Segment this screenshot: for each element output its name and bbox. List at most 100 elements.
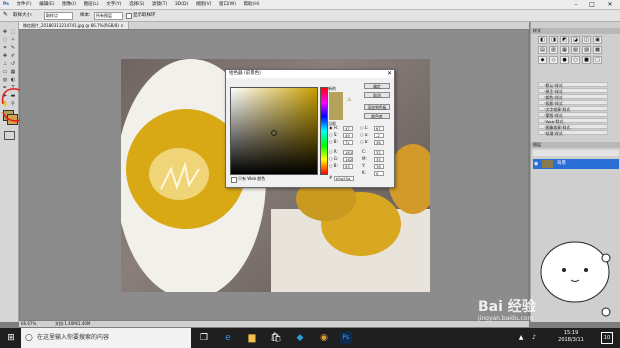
current-color-swatch[interactable] <box>329 106 343 120</box>
style-preset-16-icon[interactable]: ○ <box>571 56 580 64</box>
h-field[interactable]: 47 <box>343 126 353 131</box>
volume-icon[interactable]: ♪ <box>528 332 540 344</box>
style-group-web[interactable]: "Web"样式 <box>538 118 608 124</box>
menu-type[interactable]: 文字(Y) <box>103 0 124 9</box>
app-icon-blue[interactable]: ◆ <box>294 332 306 344</box>
eyedropper-tool-icon[interactable]: ✎ <box>10 45 16 51</box>
style-preset-2-icon[interactable]: ◨ <box>549 36 558 44</box>
layer-name[interactable]: 背景 <box>557 160 566 168</box>
style-preset-15-icon[interactable]: ● <box>560 56 569 64</box>
menu-image[interactable]: 图像(I) <box>59 0 79 9</box>
add-to-swatches-button[interactable]: 添加到色板 <box>364 104 390 110</box>
saturation-brightness-field[interactable] <box>230 87 318 175</box>
app-logo[interactable]: Ps <box>0 0 12 9</box>
style-group-image-effects[interactable]: "图像效果"样式 <box>538 124 608 130</box>
style-preset-3-icon[interactable]: ◩ <box>560 36 569 44</box>
hue-slider[interactable] <box>320 87 328 175</box>
style-preset-9-icon[interactable]: ▦ <box>560 46 569 54</box>
menu-3d[interactable]: 3D(D) <box>172 0 191 9</box>
style-preset-13-icon[interactable]: ◆ <box>538 56 547 64</box>
move-tool-icon[interactable]: ✥ <box>2 29 8 35</box>
show-ring-checkbox[interactable] <box>126 13 132 19</box>
s-field[interactable]: 49 <box>343 133 353 138</box>
style-group-text-effects[interactable]: "文字效果"样式 <box>538 106 608 112</box>
cortana-icon[interactable]: ○ <box>25 332 33 344</box>
cancel-button[interactable]: 取消 <box>364 92 390 98</box>
sample-size-select[interactable]: 取样点 <box>44 12 73 20</box>
menu-filter[interactable]: 滤镜(T) <box>149 0 170 9</box>
m-field[interactable]: 35 <box>374 157 384 162</box>
app-icon-orange[interactable]: ◉ <box>318 332 330 344</box>
style-preset-12-icon[interactable]: ▩ <box>593 46 602 54</box>
menu-layer[interactable]: 图层(L) <box>81 0 102 9</box>
style-group-shadow[interactable]: "投影"样式 <box>538 100 608 106</box>
visibility-eye-icon[interactable]: ◉ <box>534 161 538 167</box>
styles-panel-header[interactable]: 样式 <box>531 28 620 34</box>
style-preset-1-icon[interactable]: ◧ <box>538 36 547 44</box>
y-field[interactable]: 76 <box>374 164 384 169</box>
style-group-texture[interactable]: "纹理"样式 <box>538 130 608 136</box>
style-preset-18-icon[interactable]: □ <box>593 56 602 64</box>
zoom-level[interactable]: 66.67% <box>21 321 36 327</box>
edge-browser-icon[interactable]: e <box>222 332 234 344</box>
style-group-color[interactable]: "颜色"样式 <box>538 94 608 100</box>
l-field[interactable]: 67 <box>374 126 384 131</box>
notification-center-icon[interactable]: 10 <box>601 332 613 344</box>
menu-help[interactable]: 帮助(H) <box>241 0 263 9</box>
style-group-native[interactable]: "原生"样式 <box>538 88 608 94</box>
picker-cursor[interactable] <box>271 130 277 136</box>
a-field[interactable]: -2 <box>374 133 384 138</box>
brush-tool-icon[interactable]: ✐ <box>10 53 16 59</box>
layers-panel-header[interactable]: 图层 <box>531 142 620 148</box>
web-only-checkbox[interactable] <box>231 177 237 183</box>
menu-file[interactable]: 文件(F) <box>14 0 35 9</box>
quick-select-icon[interactable]: ✧ <box>10 37 16 43</box>
style-preset-14-icon[interactable]: ◇ <box>549 56 558 64</box>
hex-field[interactable]: b5a25d <box>334 176 354 181</box>
style-preset-10-icon[interactable]: ▧ <box>571 46 580 54</box>
style-group-default[interactable]: "默认"样式 <box>538 82 608 88</box>
windows-start-icon[interactable]: ⊞ <box>5 332 17 344</box>
k-field[interactable]: 0 <box>374 171 384 176</box>
maximize-button[interactable]: □ <box>586 0 598 9</box>
taskbar-clock[interactable]: 15:19 2018/3/11 <box>551 330 591 344</box>
minimize-button[interactable]: – <box>570 0 582 9</box>
style-preset-6-icon[interactable]: ▣ <box>593 36 602 44</box>
close-button[interactable]: ✕ <box>604 0 616 9</box>
style-preset-8-icon[interactable]: ▥ <box>549 46 558 54</box>
document-tab[interactable]: 微信图片_20180311214741.jpg @ 66.7%(RGB/8) × <box>19 22 129 29</box>
style-group-mask[interactable]: "蒙版"样式 <box>538 112 608 118</box>
style-preset-17-icon[interactable]: ■ <box>582 56 591 64</box>
b-field[interactable]: 71 <box>343 140 353 145</box>
layer-row-background[interactable]: ◉ 背景 <box>533 159 619 169</box>
style-preset-11-icon[interactable]: ▨ <box>582 46 591 54</box>
g-field[interactable]: 162 <box>343 157 353 162</box>
menu-select[interactable]: 选择(S) <box>126 0 147 9</box>
style-preset-7-icon[interactable]: ▤ <box>538 46 547 54</box>
marquee-tool-icon[interactable]: ⬚ <box>10 29 16 35</box>
color-libraries-button[interactable]: 颜色库 <box>364 113 390 119</box>
c-field[interactable]: 32 <box>374 150 384 155</box>
lab-b-field[interactable]: 36 <box>374 140 384 145</box>
style-preset-5-icon[interactable]: ◫ <box>582 36 591 44</box>
task-view-icon[interactable]: ❐ <box>198 332 210 344</box>
photoshop-taskbar-icon[interactable]: Ps <box>340 332 352 344</box>
store-icon[interactable]: 🛍 <box>270 332 282 344</box>
gamut-warning-icon[interactable]: ⚠ <box>347 97 351 103</box>
taskbar-search-box[interactable]: 在这里输入你要搜索的内容 <box>21 328 191 348</box>
blue-field[interactable]: 93 <box>343 164 353 169</box>
network-icon[interactable]: ▲ <box>515 332 527 344</box>
healing-tool-icon[interactable]: ✚ <box>2 53 8 59</box>
ok-button[interactable]: 确定 <box>364 83 390 89</box>
lasso-tool-icon[interactable]: ◌ <box>2 37 8 43</box>
style-preset-4-icon[interactable]: ◪ <box>571 36 580 44</box>
sample-layer-select[interactable]: 所有图层 <box>94 12 123 20</box>
file-explorer-icon[interactable]: ▆ <box>246 332 258 344</box>
menu-edit[interactable]: 编辑(E) <box>36 0 57 9</box>
dialog-close-icon[interactable]: ✕ <box>387 70 392 78</box>
crop-tool-icon[interactable]: ⌗ <box>2 45 8 51</box>
menu-window[interactable]: 窗口(W) <box>216 0 239 9</box>
menu-view[interactable]: 视图(V) <box>193 0 215 9</box>
r-field[interactable]: 181 <box>343 150 353 155</box>
eyedropper-icon[interactable]: ✎ <box>3 11 8 18</box>
